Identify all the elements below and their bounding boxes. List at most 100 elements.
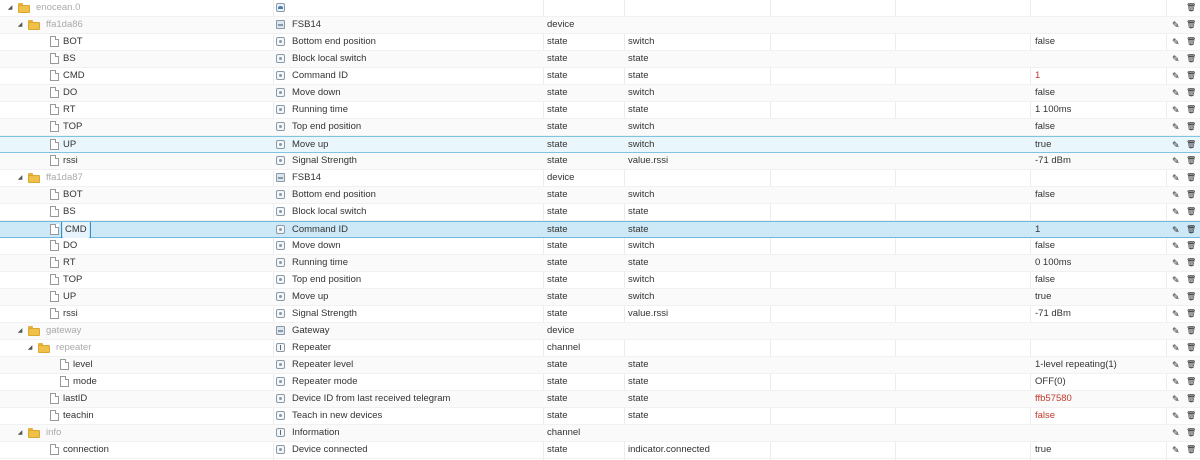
pencil-icon[interactable]: ✎: [1172, 343, 1180, 353]
expand-caret-icon[interactable]: ◢: [16, 323, 24, 339]
object-value-cell[interactable]: OFF(0): [1035, 374, 1165, 390]
pencil-icon[interactable]: ✎: [1172, 275, 1180, 285]
tree-row-folder[interactable]: ◢ info Information channel ✎ 🗑: [0, 425, 1200, 442]
tree-row-state[interactable]: BOT Bottom end position state switch false ✎ 🗑: [0, 34, 1200, 51]
object-value-cell[interactable]: 0 100ms: [1035, 255, 1165, 271]
trash-icon[interactable]: 🗑: [1186, 173, 1196, 183]
pencil-icon[interactable]: ✎: [1172, 20, 1180, 30]
trash-icon[interactable]: 🗑: [1186, 190, 1196, 200]
pencil-icon[interactable]: ✎: [1172, 122, 1180, 132]
tree-row-state[interactable]: DO Move down state switch false ✎ 🗑: [0, 238, 1200, 255]
object-value-cell[interactable]: 1-level repeating(1): [1035, 357, 1165, 373]
tree-row-state[interactable]: RT Running time state state 1 100ms ✎ 🗑: [0, 102, 1200, 119]
tree-row-state[interactable]: TOP Top end position state switch false ✎ 🗑: [0, 272, 1200, 289]
tree-row-folder[interactable]: ◢ gateway Gateway device ✎ 🗑: [0, 323, 1200, 340]
trash-icon[interactable]: 🗑: [1186, 343, 1196, 353]
tree-row-state[interactable]: rssi Signal Strength state value.rssi -71 dB…: [0, 306, 1200, 323]
pencil-icon[interactable]: ✎: [1172, 156, 1180, 166]
object-value-cell[interactable]: ffb57580: [1035, 391, 1165, 407]
pencil-icon[interactable]: ✎: [1172, 241, 1180, 251]
pencil-icon[interactable]: ✎: [1172, 428, 1180, 438]
trash-icon[interactable]: 🗑: [1186, 122, 1196, 132]
object-value-cell[interactable]: [1035, 204, 1165, 220]
trash-icon[interactable]: 🗑: [1186, 394, 1196, 404]
tree-row-state[interactable]: CMD Command ID state state 1 ✎ 🗑: [0, 221, 1200, 238]
tree-row-state[interactable]: level Repeater level state state 1-level rep…: [0, 357, 1200, 374]
tree-row-state[interactable]: CMD Command ID state state 1 ✎ 🗑: [0, 68, 1200, 85]
pencil-icon[interactable]: ✎: [1172, 360, 1180, 370]
tree-row-state[interactable]: UP Move up state switch true ✎ 🗑: [0, 289, 1200, 306]
object-value-cell[interactable]: false: [1035, 187, 1165, 203]
trash-icon[interactable]: 🗑: [1186, 54, 1196, 64]
object-value-cell[interactable]: 1 100ms: [1035, 102, 1165, 118]
pencil-icon[interactable]: ✎: [1172, 326, 1180, 336]
expand-caret-icon[interactable]: ◢: [6, 0, 14, 16]
trash-icon[interactable]: 🗑: [1186, 309, 1196, 319]
object-value-cell[interactable]: true: [1035, 137, 1165, 153]
trash-icon[interactable]: 🗑: [1186, 71, 1196, 81]
object-value-cell[interactable]: [1035, 51, 1165, 67]
object-value-cell[interactable]: false: [1035, 85, 1165, 101]
trash-icon[interactable]: 🗑: [1186, 225, 1196, 235]
tree-row-state[interactable]: UP Move up state switch true ✎ 🗑: [0, 136, 1200, 153]
tree-row-folder[interactable]: ◢ repeater Repeater channel ✎ 🗑: [0, 340, 1200, 357]
tree-row-state[interactable]: TOP Top end position state switch false ✎ 🗑: [0, 119, 1200, 136]
trash-icon[interactable]: 🗑: [1186, 88, 1196, 98]
trash-icon[interactable]: 🗑: [1186, 411, 1196, 421]
pencil-icon[interactable]: ✎: [1172, 207, 1180, 217]
object-value-cell[interactable]: 1: [1035, 68, 1165, 84]
tree-row-state[interactable]: connection Device connected state indicator…: [0, 442, 1200, 459]
trash-icon[interactable]: 🗑: [1186, 326, 1196, 336]
tree-row-state[interactable]: teachin Teach in new devices state state fal…: [0, 408, 1200, 425]
pencil-icon[interactable]: ✎: [1172, 411, 1180, 421]
object-value-cell[interactable]: -71 dBm: [1035, 306, 1165, 322]
object-value-cell[interactable]: 1: [1035, 222, 1165, 238]
object-value-cell[interactable]: false: [1035, 34, 1165, 50]
trash-icon[interactable]: 🗑: [1186, 428, 1196, 438]
object-value-cell[interactable]: false: [1035, 408, 1165, 424]
trash-icon[interactable]: 🗑: [1186, 37, 1196, 47]
pencil-icon[interactable]: ✎: [1172, 88, 1180, 98]
tree-row-state[interactable]: lastID Device ID from last received teleg…: [0, 391, 1200, 408]
expand-caret-icon[interactable]: ◢: [16, 170, 24, 186]
trash-icon[interactable]: 🗑: [1186, 3, 1196, 13]
object-value-cell[interactable]: false: [1035, 238, 1165, 254]
tree-row-folder[interactable]: ◢ ffa1da86 FSB14 device ✎ 🗑: [0, 17, 1200, 34]
pencil-icon[interactable]: ✎: [1172, 54, 1180, 64]
tree-row-folder[interactable]: ◢ ffa1da87 FSB14 device ✎ 🗑: [0, 170, 1200, 187]
pencil-icon[interactable]: ✎: [1172, 105, 1180, 115]
pencil-icon[interactable]: ✎: [1172, 225, 1180, 235]
pencil-icon[interactable]: ✎: [1172, 37, 1180, 47]
pencil-icon[interactable]: ✎: [1172, 309, 1180, 319]
object-value-cell[interactable]: [1035, 170, 1165, 186]
trash-icon[interactable]: 🗑: [1186, 105, 1196, 115]
pencil-icon[interactable]: ✎: [1172, 445, 1180, 455]
object-value-cell[interactable]: false: [1035, 119, 1165, 135]
object-value-cell[interactable]: -71 dBm: [1035, 153, 1165, 169]
pencil-icon[interactable]: ✎: [1172, 190, 1180, 200]
trash-icon[interactable]: 🗑: [1186, 156, 1196, 166]
pencil-icon[interactable]: ✎: [1172, 71, 1180, 81]
tree-row-folder[interactable]: ◢ enocean.0 🗑: [0, 0, 1200, 17]
trash-icon[interactable]: 🗑: [1186, 20, 1196, 30]
object-value-cell[interactable]: false: [1035, 272, 1165, 288]
trash-icon[interactable]: 🗑: [1186, 377, 1196, 387]
tree-row-state[interactable]: mode Repeater mode state state OFF(0) ✎ 🗑: [0, 374, 1200, 391]
trash-icon[interactable]: 🗑: [1186, 445, 1196, 455]
tree-row-state[interactable]: BOT Bottom end position state switch false ✎ 🗑: [0, 187, 1200, 204]
pencil-icon[interactable]: ✎: [1172, 258, 1180, 268]
expand-caret-icon[interactable]: ◢: [16, 425, 24, 441]
trash-icon[interactable]: 🗑: [1186, 292, 1196, 302]
trash-icon[interactable]: 🗑: [1186, 207, 1196, 217]
expand-caret-icon[interactable]: ◢: [16, 17, 24, 33]
object-value-cell[interactable]: true: [1035, 442, 1165, 458]
trash-icon[interactable]: 🗑: [1186, 275, 1196, 285]
pencil-icon[interactable]: ✎: [1172, 377, 1180, 387]
trash-icon[interactable]: 🗑: [1186, 140, 1196, 150]
trash-icon[interactable]: 🗑: [1186, 360, 1196, 370]
object-value-cell[interactable]: [1035, 340, 1165, 356]
object-value-cell[interactable]: [1035, 323, 1165, 339]
expand-caret-icon[interactable]: ◢: [26, 340, 34, 356]
object-value-cell[interactable]: [1035, 17, 1165, 33]
object-value-cell[interactable]: true: [1035, 289, 1165, 305]
